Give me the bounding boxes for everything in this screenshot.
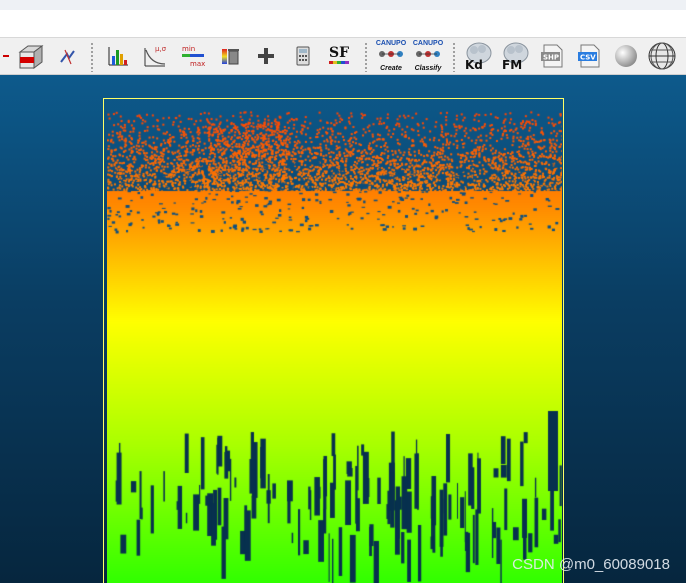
statistics-curve-icon: μ,σ bbox=[144, 45, 167, 67]
canupo-create-top-label: CANUPO bbox=[375, 40, 407, 47]
watermark-text: CSDN @m0_60089018 bbox=[512, 556, 670, 573]
kd-label: Kd bbox=[465, 58, 483, 72]
delete-sf-button[interactable] bbox=[215, 41, 245, 71]
clipping-box-button[interactable] bbox=[15, 41, 45, 71]
toolbar-separator bbox=[453, 42, 455, 72]
3d-viewport[interactable]: CSDN @m0_60089018 bbox=[0, 75, 686, 583]
main-toolbar: μ,σ min max SF CANUPO Create CANUPO Clas… bbox=[0, 37, 686, 75]
csv-export-button[interactable]: CSV bbox=[574, 41, 604, 71]
fast-marching-button[interactable]: FM bbox=[499, 41, 531, 72]
canupo-create-icon: CANUPO Create bbox=[376, 40, 406, 72]
shp-label: SHP bbox=[543, 54, 559, 62]
point-picking-icon bbox=[60, 49, 75, 65]
plus-icon bbox=[258, 48, 274, 64]
musigma-label: μ,σ bbox=[155, 45, 167, 53]
histogram-button[interactable] bbox=[103, 41, 133, 71]
fm-cloud-icon: FM bbox=[502, 42, 529, 72]
sf-label: SF bbox=[329, 45, 349, 61]
arrow-icon[interactable] bbox=[0, 41, 16, 71]
max-label: max bbox=[190, 60, 205, 68]
shp-file-icon: SHP bbox=[541, 44, 563, 68]
point-picking-button[interactable] bbox=[52, 41, 82, 71]
canupo-classify-bottom-label: Classify bbox=[414, 65, 442, 72]
kd-tree-button[interactable]: Kd bbox=[462, 41, 494, 72]
sf-icon: SF bbox=[329, 45, 349, 64]
sf-button[interactable]: SF bbox=[325, 41, 355, 71]
canupo-classify-icon: CANUPO Classify bbox=[413, 40, 443, 72]
canupo-network-icon bbox=[415, 51, 440, 57]
canupo-classify-top-label: CANUPO bbox=[412, 40, 444, 47]
canupo-network-icon bbox=[378, 51, 403, 57]
sphere-icon bbox=[615, 45, 637, 67]
arrow-glyph bbox=[3, 55, 9, 57]
sphere-shading-button[interactable] bbox=[611, 41, 641, 71]
csv-file-icon: CSV bbox=[578, 44, 600, 68]
minmax-icon: min max bbox=[182, 45, 205, 68]
canupo-create-bottom-label: Create bbox=[380, 65, 402, 72]
minmax-button[interactable]: min max bbox=[178, 41, 208, 71]
clipping-box-icon bbox=[18, 45, 44, 69]
min-label: min bbox=[182, 45, 195, 53]
globe-icon bbox=[648, 42, 676, 70]
calculator-button[interactable] bbox=[288, 41, 318, 71]
trash-icon bbox=[222, 49, 239, 65]
kd-cloud-icon: Kd bbox=[465, 42, 492, 72]
window-top-strip bbox=[0, 0, 686, 10]
canupo-classify-button[interactable]: CANUPO Classify bbox=[411, 40, 445, 72]
toolbar-separator bbox=[91, 42, 93, 72]
fm-label: FM bbox=[502, 58, 522, 72]
canupo-create-button[interactable]: CANUPO Create bbox=[374, 40, 408, 72]
globe-button[interactable] bbox=[647, 41, 677, 71]
histogram-icon bbox=[108, 47, 128, 66]
address-bar-area bbox=[0, 10, 686, 37]
statistics-button[interactable]: μ,σ bbox=[140, 41, 170, 71]
add-sf-button[interactable] bbox=[251, 41, 281, 71]
shp-export-button[interactable]: SHP bbox=[537, 41, 567, 71]
calculator-icon bbox=[296, 46, 310, 66]
bounding-box bbox=[103, 98, 564, 583]
csv-label: CSV bbox=[580, 54, 596, 62]
toolbar-separator bbox=[365, 42, 367, 72]
